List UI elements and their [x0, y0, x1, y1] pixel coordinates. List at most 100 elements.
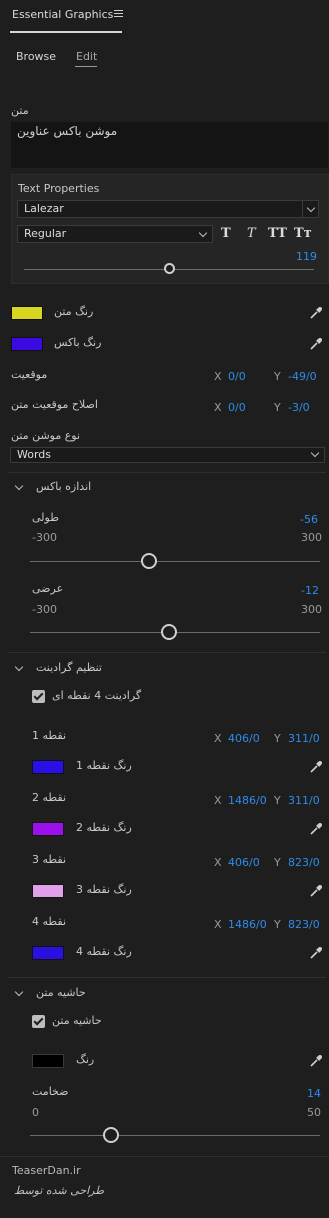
divider: [0, 1156, 329, 1157]
position-x-label: X: [214, 370, 222, 383]
box-width-label: عرضی: [32, 582, 64, 595]
box-length-slider-knob[interactable]: [140, 553, 157, 569]
panel-title[interactable]: Essential Graphics: [12, 8, 113, 21]
gradient-point-label: نقطه 2: [32, 791, 67, 804]
gradient-title: تنظیم گرادینت: [36, 661, 102, 674]
footer-site: TeaserDan.ir: [12, 1164, 81, 1177]
gradient-point-color-swatch[interactable]: [32, 946, 64, 960]
eyedropper-icon[interactable]: [309, 1054, 323, 1068]
gradient-point-x-value[interactable]: 406/0: [228, 732, 260, 745]
text-border-title: حاشیه متن: [36, 986, 86, 999]
gradient-point-y-label: Y: [274, 918, 281, 931]
position-x-value[interactable]: 0/0: [228, 370, 246, 383]
font-size-value[interactable]: 119: [296, 250, 317, 263]
border-color-label: رنگ: [76, 1053, 95, 1066]
collapse-chevron-icon[interactable]: [14, 662, 24, 672]
tab-browse[interactable]: Browse: [16, 50, 56, 63]
font-style-dropdown[interactable]: Regular: [17, 225, 213, 243]
gradient-point-y-label: Y: [274, 856, 281, 869]
position-fix-x-value[interactable]: 0/0: [228, 401, 246, 414]
gradient-point-color-swatch[interactable]: [32, 884, 64, 898]
text-color-label: رنگ متن: [54, 305, 94, 318]
gradient-point-color-label: رنگ نقطه 1: [76, 759, 132, 772]
gradient-point-x-label: X: [214, 732, 222, 745]
gradient-point-x-label: X: [214, 918, 222, 931]
box-width-min: -300: [32, 603, 57, 616]
font-size-slider-knob[interactable]: [163, 263, 175, 274]
gradient-checkbox[interactable]: [32, 690, 45, 703]
box-length-max: 300: [301, 531, 322, 544]
footer-credit: طراحی شده توسط: [14, 1184, 104, 1197]
border-thickness-label: ضخامت: [32, 1085, 69, 1098]
position-y-value[interactable]: -49/0: [288, 370, 317, 383]
border-thickness-value[interactable]: 14: [307, 1087, 321, 1100]
chevron-down-icon: [198, 228, 208, 238]
motion-type-value: Words: [17, 448, 52, 461]
collapse-chevron-icon[interactable]: [14, 481, 24, 491]
gradient-point-label: نقطه 3: [32, 853, 67, 866]
border-color-swatch[interactable]: [32, 1054, 64, 1068]
font-style-value: Regular: [24, 227, 67, 240]
text-properties-title: Text Properties: [18, 182, 100, 195]
faux-italic-button[interactable]: T: [247, 226, 256, 241]
gradient-point-color-label: رنگ نقطه 3: [76, 883, 132, 896]
position-fix-label: اصلاح موقعیت متن: [11, 398, 98, 411]
panel-menu-icon[interactable]: [114, 10, 123, 19]
position-label: موقعیت: [11, 368, 48, 381]
text-color-swatch[interactable]: [11, 306, 43, 320]
gradient-point-color-label: رنگ نقطه 4: [76, 945, 132, 958]
text-input[interactable]: موشن باکس عناوین: [11, 122, 328, 168]
eyedropper-icon[interactable]: [309, 946, 323, 960]
position-fix-x-label: X: [214, 401, 222, 414]
border-thickness-max: 50: [307, 1106, 321, 1119]
box-width-max: 300: [301, 603, 322, 616]
box-length-slider-track[interactable]: [30, 561, 320, 562]
eyedropper-icon[interactable]: [309, 884, 323, 898]
box-color-label: رنگ باکس: [54, 336, 102, 349]
all-caps-button[interactable]: TT: [268, 226, 287, 241]
eyedropper-icon[interactable]: [309, 306, 323, 320]
text-border-checkbox[interactable]: [32, 1015, 45, 1028]
tab-edit[interactable]: Edit: [76, 50, 97, 63]
gradient-point-color-swatch[interactable]: [32, 822, 64, 836]
gradient-point-y-value[interactable]: 823/0: [288, 918, 320, 931]
position-fix-y-value[interactable]: -3/0: [288, 401, 310, 414]
box-length-min: -300: [32, 531, 57, 544]
gradient-point-y-label: Y: [274, 732, 281, 745]
box-length-value[interactable]: -56: [300, 513, 318, 526]
gradient-point-x-label: X: [214, 794, 222, 807]
gradient-point-x-value[interactable]: 1486/0: [228, 794, 267, 807]
gradient-point-y-value[interactable]: 311/0: [288, 732, 320, 745]
eyedropper-icon[interactable]: [309, 822, 323, 836]
position-y-label: Y: [274, 370, 281, 383]
gradient-point-y-value[interactable]: 823/0: [288, 856, 320, 869]
divider: [8, 472, 326, 473]
divider: [8, 977, 326, 978]
gradient-point-y-value[interactable]: 311/0: [288, 794, 320, 807]
small-caps-button[interactable]: Tт: [294, 226, 312, 241]
gradient-point-color-swatch[interactable]: [32, 760, 64, 774]
gradient-point-x-value[interactable]: 1486/0: [228, 918, 267, 931]
gradient-point-label: نقطه 4: [32, 915, 67, 928]
motion-type-label: نوع موشن متن: [11, 429, 81, 442]
gradient-point-y-label: Y: [274, 794, 281, 807]
font-family-dropdown[interactable]: Lalezar: [17, 200, 319, 218]
gradient-point-label: نقطه 1: [32, 729, 67, 742]
motion-type-dropdown[interactable]: Words: [10, 447, 325, 463]
gradient-point-x-value[interactable]: 406/0: [228, 856, 260, 869]
box-width-slider-knob[interactable]: [161, 624, 178, 640]
divider: [8, 652, 326, 653]
border-thickness-slider-track[interactable]: [30, 1135, 320, 1136]
box-width-value[interactable]: -12: [301, 584, 319, 597]
collapse-chevron-icon[interactable]: [14, 987, 24, 997]
box-size-title: اندازه باکس: [36, 480, 92, 493]
gradient-point-color-label: رنگ نقطه 2: [76, 821, 132, 834]
box-color-swatch[interactable]: [11, 337, 43, 351]
gradient-checkbox-label: گرادینت 4 نقطه ای: [52, 689, 142, 702]
border-thickness-slider-knob[interactable]: [103, 1127, 120, 1143]
font-family-value: Lalezar: [24, 202, 64, 215]
faux-bold-button[interactable]: T: [221, 226, 231, 241]
eyedropper-icon[interactable]: [309, 760, 323, 774]
eyedropper-icon[interactable]: [309, 337, 323, 351]
box-length-label: طولی: [32, 511, 59, 524]
